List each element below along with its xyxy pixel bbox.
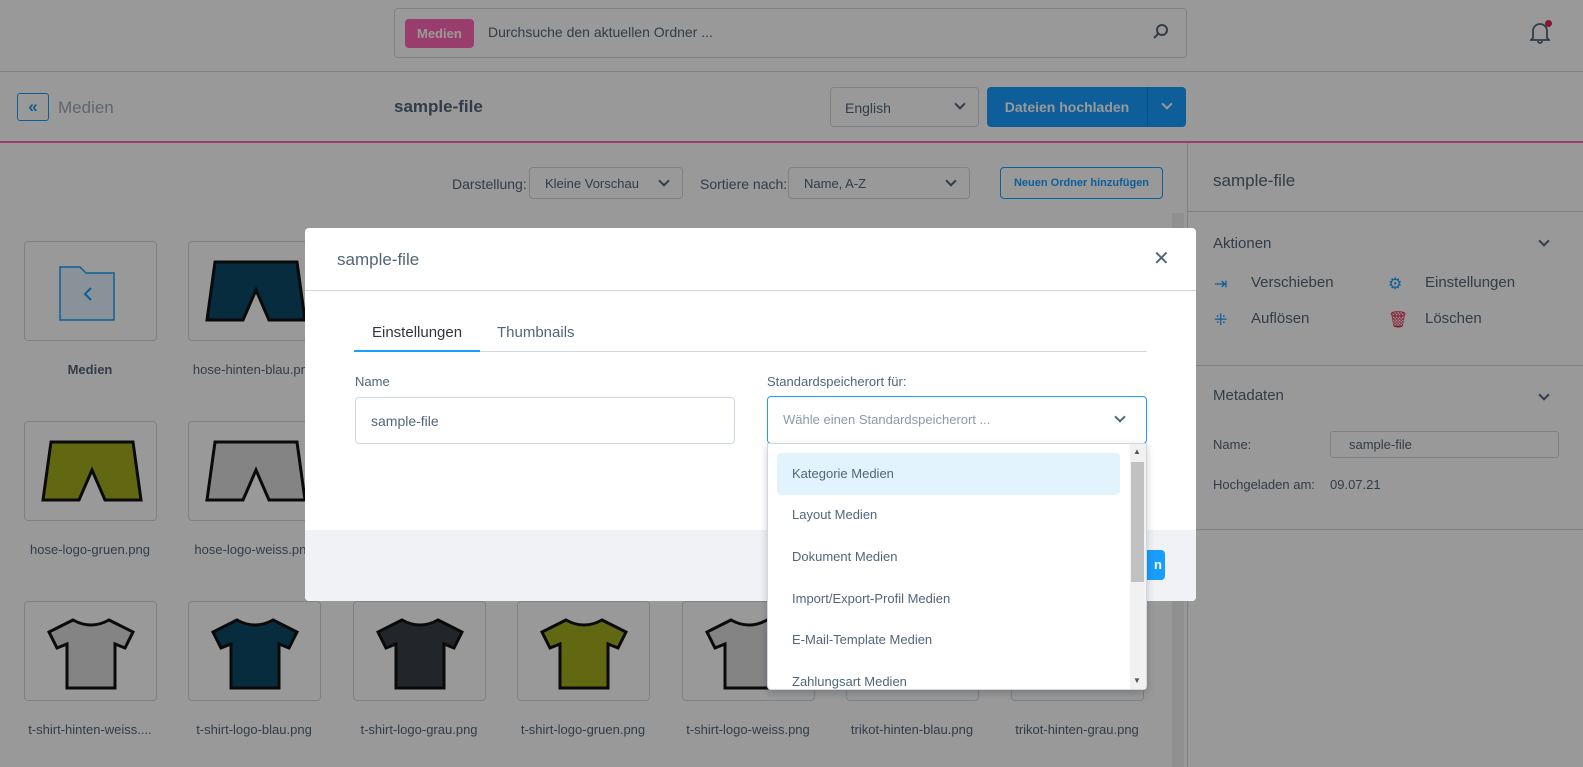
dropdown-scroll-thumb[interactable] [1131, 462, 1144, 582]
default-location-select[interactable]: Wähle einen Standardspeicherort ... [767, 396, 1147, 444]
name-label: Name [355, 374, 390, 389]
tab-settings[interactable]: Einstellungen [372, 324, 462, 341]
option-import-export[interactable]: Import/Export-Profil Medien [777, 578, 1120, 620]
location-label: Standardspeicherort für: [767, 374, 907, 389]
active-tab-indicator [354, 350, 480, 352]
scroll-down-arrow[interactable]: ▼ [1133, 676, 1141, 685]
location-dropdown: Kategorie Medien Layout Medien Dokument … [767, 443, 1147, 690]
chevron-down-icon [1114, 411, 1126, 423]
modal-title: sample-file [337, 250, 420, 269]
scroll-up-arrow[interactable]: ▲ [1133, 447, 1141, 456]
option-kategorie[interactable]: Kategorie Medien [777, 453, 1120, 495]
option-layout[interactable]: Layout Medien [777, 494, 1120, 536]
location-placeholder: Wähle einen Standardspeicherort ... [783, 412, 991, 427]
close-icon[interactable]: ✕ [1153, 246, 1170, 271]
option-dokument[interactable]: Dokument Medien [777, 536, 1120, 578]
name-input[interactable]: sample-file [355, 397, 735, 444]
option-email-template[interactable]: E-Mail-Template Medien [777, 619, 1120, 661]
save-button[interactable]: n [1145, 550, 1165, 580]
tab-thumbnails[interactable]: Thumbnails [497, 324, 575, 341]
option-zahlungsart[interactable]: Zahlungsart Medien [777, 661, 1120, 689]
